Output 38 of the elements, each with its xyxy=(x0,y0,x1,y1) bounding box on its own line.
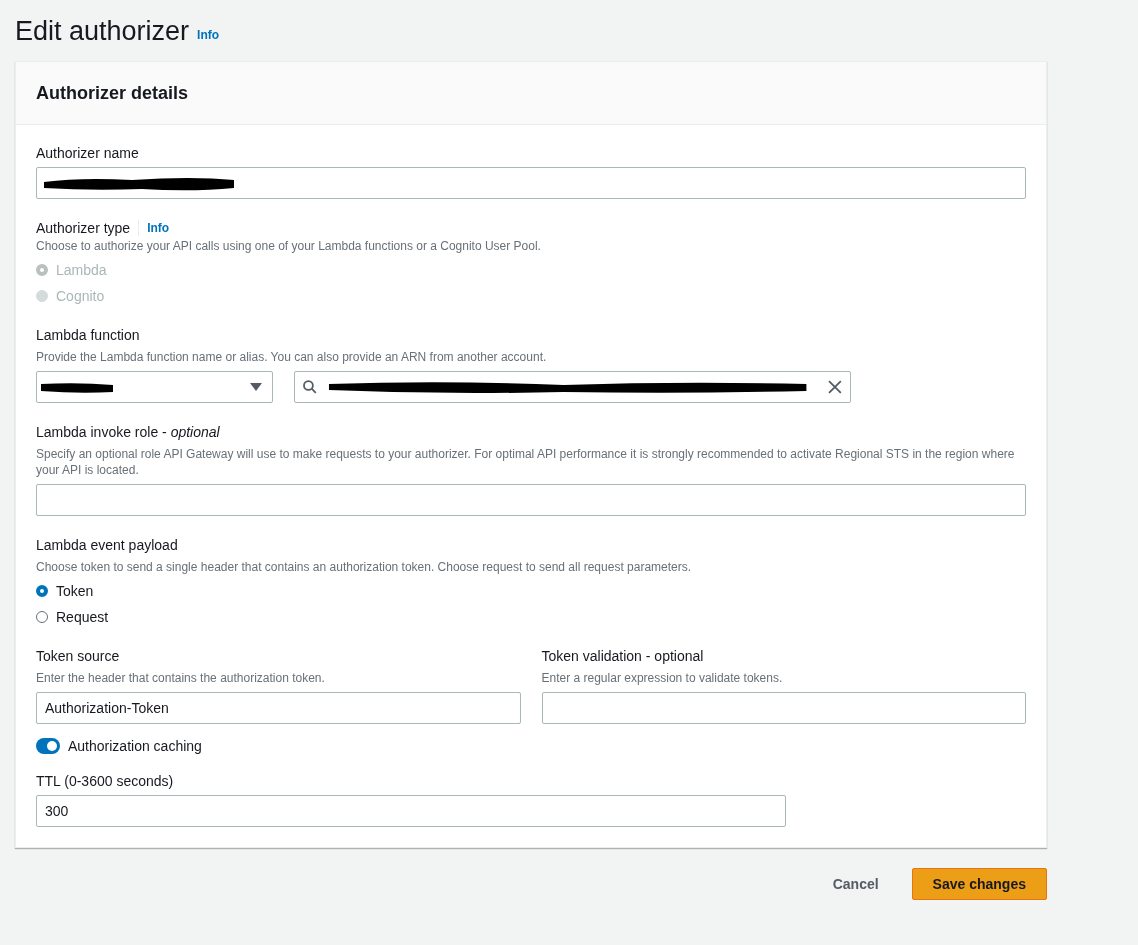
field-label: TTL (0-3600 seconds) xyxy=(36,772,175,791)
field-description: Enter the header that contains the authorization token. xyxy=(36,670,326,686)
name-input[interactable] xyxy=(36,167,1026,199)
token-source-input[interactable]: Authorization-Token xyxy=(36,692,521,724)
token-validation-input[interactable] xyxy=(541,692,1026,724)
field-label: Authorizer type xyxy=(36,219,131,238)
field-description: Choose to authorize your API calls using one of your Lambda functions or a Cognito User Pool. xyxy=(36,238,542,254)
radio-label: Token xyxy=(56,583,94,599)
field-label: Token source xyxy=(36,647,121,666)
field-description: Provide the Lambda function name or alias. You can also provide an ARN from another account. xyxy=(36,349,548,365)
radio-label: Request xyxy=(56,609,109,625)
card-title: Authorizer details xyxy=(36,82,189,104)
ttl-input[interactable]: 300 xyxy=(36,795,786,827)
radio-button[interactable] xyxy=(36,611,48,623)
role-input[interactable] xyxy=(36,484,1026,516)
radio-label: Lambda xyxy=(56,262,107,278)
field-label: Token validation - optional xyxy=(541,647,705,666)
page-title: Edit authorizer xyxy=(15,15,190,48)
save-button[interactable]: Save changes xyxy=(911,868,1047,900)
field-description: Enter a regular expression to validate tokens. xyxy=(541,670,784,686)
close-icon[interactable] xyxy=(828,380,842,394)
info-link[interactable]: Info xyxy=(147,218,170,238)
info-link[interactable]: Info xyxy=(197,22,220,48)
region-select[interactable] xyxy=(36,371,273,403)
toggle-label: Authorization caching xyxy=(68,738,202,754)
field-label: Authorizer name xyxy=(36,144,140,163)
toggle-switch[interactable] xyxy=(36,738,60,754)
cancel-button[interactable]: Cancel xyxy=(811,868,900,900)
search-field[interactable] xyxy=(294,371,851,403)
field-description: Specify an optional role API Gateway will use to make requests to your authorizer. For optimal API performance it is strongly recommended to activate Regional STS in the region where your API is located. xyxy=(36,446,1016,478)
radio-label: Cognito xyxy=(56,288,105,304)
field-label: Lambda event payload xyxy=(36,536,179,555)
field-description: Choose token to send a single header that contains an authorization token. Choose request to send all request parameters. xyxy=(36,559,693,575)
field-label: Lambda invoke role - optional xyxy=(36,423,221,442)
radio-button[interactable] xyxy=(36,585,48,597)
field-label: Lambda function xyxy=(36,326,141,345)
caret-icon xyxy=(250,383,262,391)
search-icon xyxy=(303,380,317,394)
